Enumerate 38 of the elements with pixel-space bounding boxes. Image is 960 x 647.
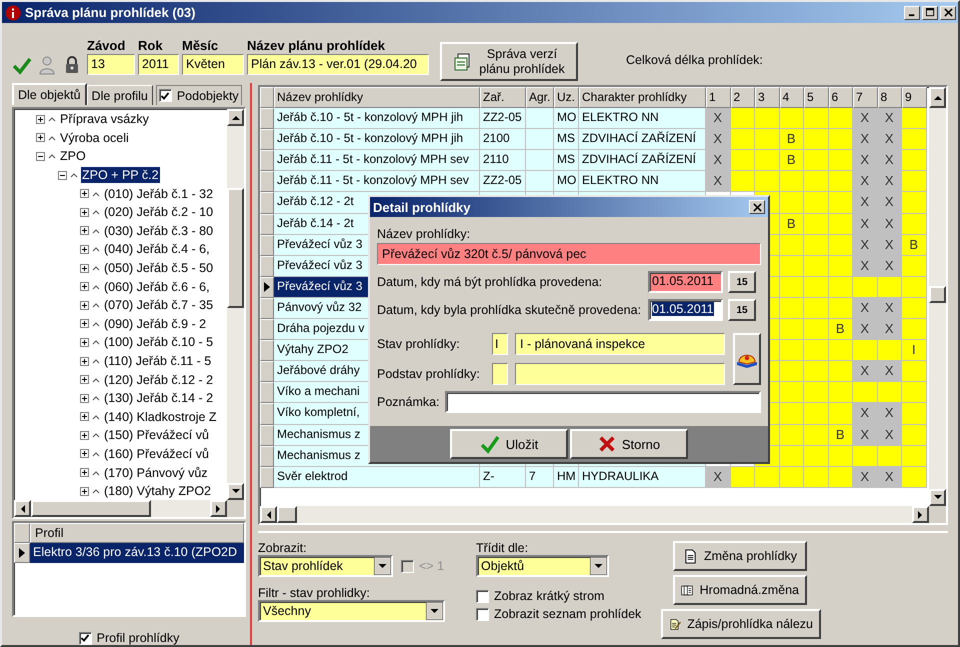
table-cell: ZDVIHACÍ ZAŘÍZENÍ bbox=[579, 150, 706, 172]
table-cell: ZDVIHACÍ ZAŘÍZENÍ bbox=[579, 129, 706, 150]
field-label: Měsíc bbox=[182, 38, 220, 54]
table-cell: ZZ2-05 bbox=[480, 108, 526, 130]
checkbox-label: <> 1 bbox=[419, 559, 444, 573]
field-label: Filtr - stav prohlidky: bbox=[258, 586, 371, 600]
checkbox-label: Podobjekty bbox=[176, 88, 239, 102]
table-cell: ZZ2-05 bbox=[480, 171, 526, 192]
table-cell: HM bbox=[554, 466, 579, 488]
table-cell: MO bbox=[554, 108, 579, 130]
checkbox-label: Zobrazit seznam prohlídek bbox=[494, 607, 642, 621]
window-title: Správa plánu prohlídek (03) bbox=[25, 5, 196, 20]
field-label: Datum, kdy má být prohlídka provedena: bbox=[377, 275, 604, 289]
table-cell: ELEKTRO NN bbox=[579, 108, 706, 130]
column-header: Profil bbox=[30, 523, 244, 543]
table-cell: MO bbox=[554, 171, 579, 192]
table-cell: MS bbox=[554, 150, 579, 172]
table-cell: 2100 bbox=[480, 129, 526, 150]
field-label: Stav prohlídky: bbox=[377, 337, 461, 351]
field-label: Třídit dle: bbox=[476, 541, 530, 555]
field-label: Rok bbox=[138, 38, 164, 54]
field-label: Název prohlídky: bbox=[377, 227, 472, 241]
table-cell: 2110 bbox=[480, 150, 526, 172]
field-label: Datum, kdy byla prohlídka skutečně provedena: bbox=[377, 303, 642, 317]
table-cell: 7 bbox=[526, 466, 554, 488]
table-cell: MS bbox=[554, 129, 579, 150]
checkbox-label: Profil prohlídky bbox=[96, 631, 180, 645]
table-cell: Z- bbox=[480, 466, 526, 488]
field-label: Podstav prohlídky: bbox=[377, 367, 481, 381]
dialog-title: Detail prohlídky bbox=[373, 200, 471, 214]
field-label: Poznámka: bbox=[377, 395, 440, 409]
table-cell: ELEKTRO NN bbox=[579, 171, 706, 192]
total-length-label: Celková délka prohlídek: bbox=[626, 53, 763, 67]
field-label: Název plánu prohlídek bbox=[247, 38, 386, 54]
field-label: Závod bbox=[87, 38, 126, 54]
field-label: Zobrazit: bbox=[258, 541, 308, 555]
table-cell: HYDRAULIKA bbox=[579, 466, 706, 488]
checkbox-label: Zobraz krátký strom bbox=[494, 589, 604, 603]
